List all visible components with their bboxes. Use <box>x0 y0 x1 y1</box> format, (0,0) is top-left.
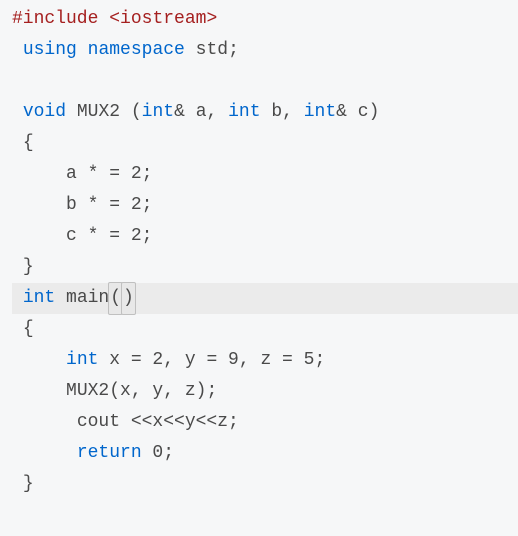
keyword-namespace: namespace <box>88 35 185 67</box>
matched-rparen: ) <box>121 282 136 316</box>
close-brace: } <box>23 469 34 501</box>
type-int: int <box>66 345 98 377</box>
type-int: int <box>142 97 174 129</box>
cout-statement: cout <<x<<y<<z; <box>77 407 239 439</box>
ref-operator: & <box>174 97 185 129</box>
var-decl: x = 2, y = 9, z = 5; <box>98 345 325 377</box>
lparen: ( <box>120 97 142 129</box>
code-line-14: cout <<x<<y<<z; <box>12 407 518 438</box>
function-name: MUX2 <box>77 97 120 129</box>
open-brace: { <box>23 128 34 160</box>
code-editor: #include <iostream> using namespace std;… <box>0 0 518 504</box>
open-brace: { <box>23 314 34 346</box>
code-line-12: int x = 2, y = 9, z = 5; <box>12 345 518 376</box>
code-line-9: } <box>12 252 518 283</box>
identifier-std: std <box>196 35 228 67</box>
code-line-3 <box>12 66 518 97</box>
code-line-5: { <box>12 128 518 159</box>
code-line-7: b * = 2; <box>12 190 518 221</box>
code-line-15: return 0; <box>12 438 518 469</box>
rparen: ) <box>369 97 380 129</box>
function-call: MUX2(x, y, z); <box>66 376 217 408</box>
code-line-4: void MUX2 (int& a, int b, int& c) <box>12 97 518 128</box>
code-line-6: a * = 2; <box>12 159 518 190</box>
code-line-10-current: int main() <box>12 283 518 314</box>
code-line-2: using namespace std; <box>12 35 518 66</box>
param-c: c <box>347 97 369 129</box>
type-int: int <box>304 97 336 129</box>
code-line-1: #include <iostream> <box>12 4 518 35</box>
return-value: 0; <box>142 438 174 470</box>
comma: , <box>207 97 229 129</box>
param-a: a <box>185 97 207 129</box>
close-brace: } <box>23 252 34 284</box>
code-line-16: } <box>12 469 518 500</box>
param-b: b <box>261 97 283 129</box>
ref-operator: & <box>336 97 347 129</box>
code-line-8: c * = 2; <box>12 221 518 252</box>
type-int: int <box>228 97 260 129</box>
code-line-11: { <box>12 314 518 345</box>
semicolon: ; <box>228 35 239 67</box>
function-main: main <box>55 283 109 315</box>
statement: a * = 2; <box>66 159 152 191</box>
comma: , <box>282 97 304 129</box>
type-int: int <box>23 283 55 315</box>
code-line-13: MUX2(x, y, z); <box>12 376 518 407</box>
statement: c * = 2; <box>66 221 152 253</box>
keyword-return: return <box>77 438 142 470</box>
statement: b * = 2; <box>66 190 152 222</box>
keyword-using: using <box>23 35 77 67</box>
preprocessor-directive: #include <box>12 4 98 36</box>
include-path: <iostream> <box>109 4 217 36</box>
type-void: void <box>23 97 66 129</box>
